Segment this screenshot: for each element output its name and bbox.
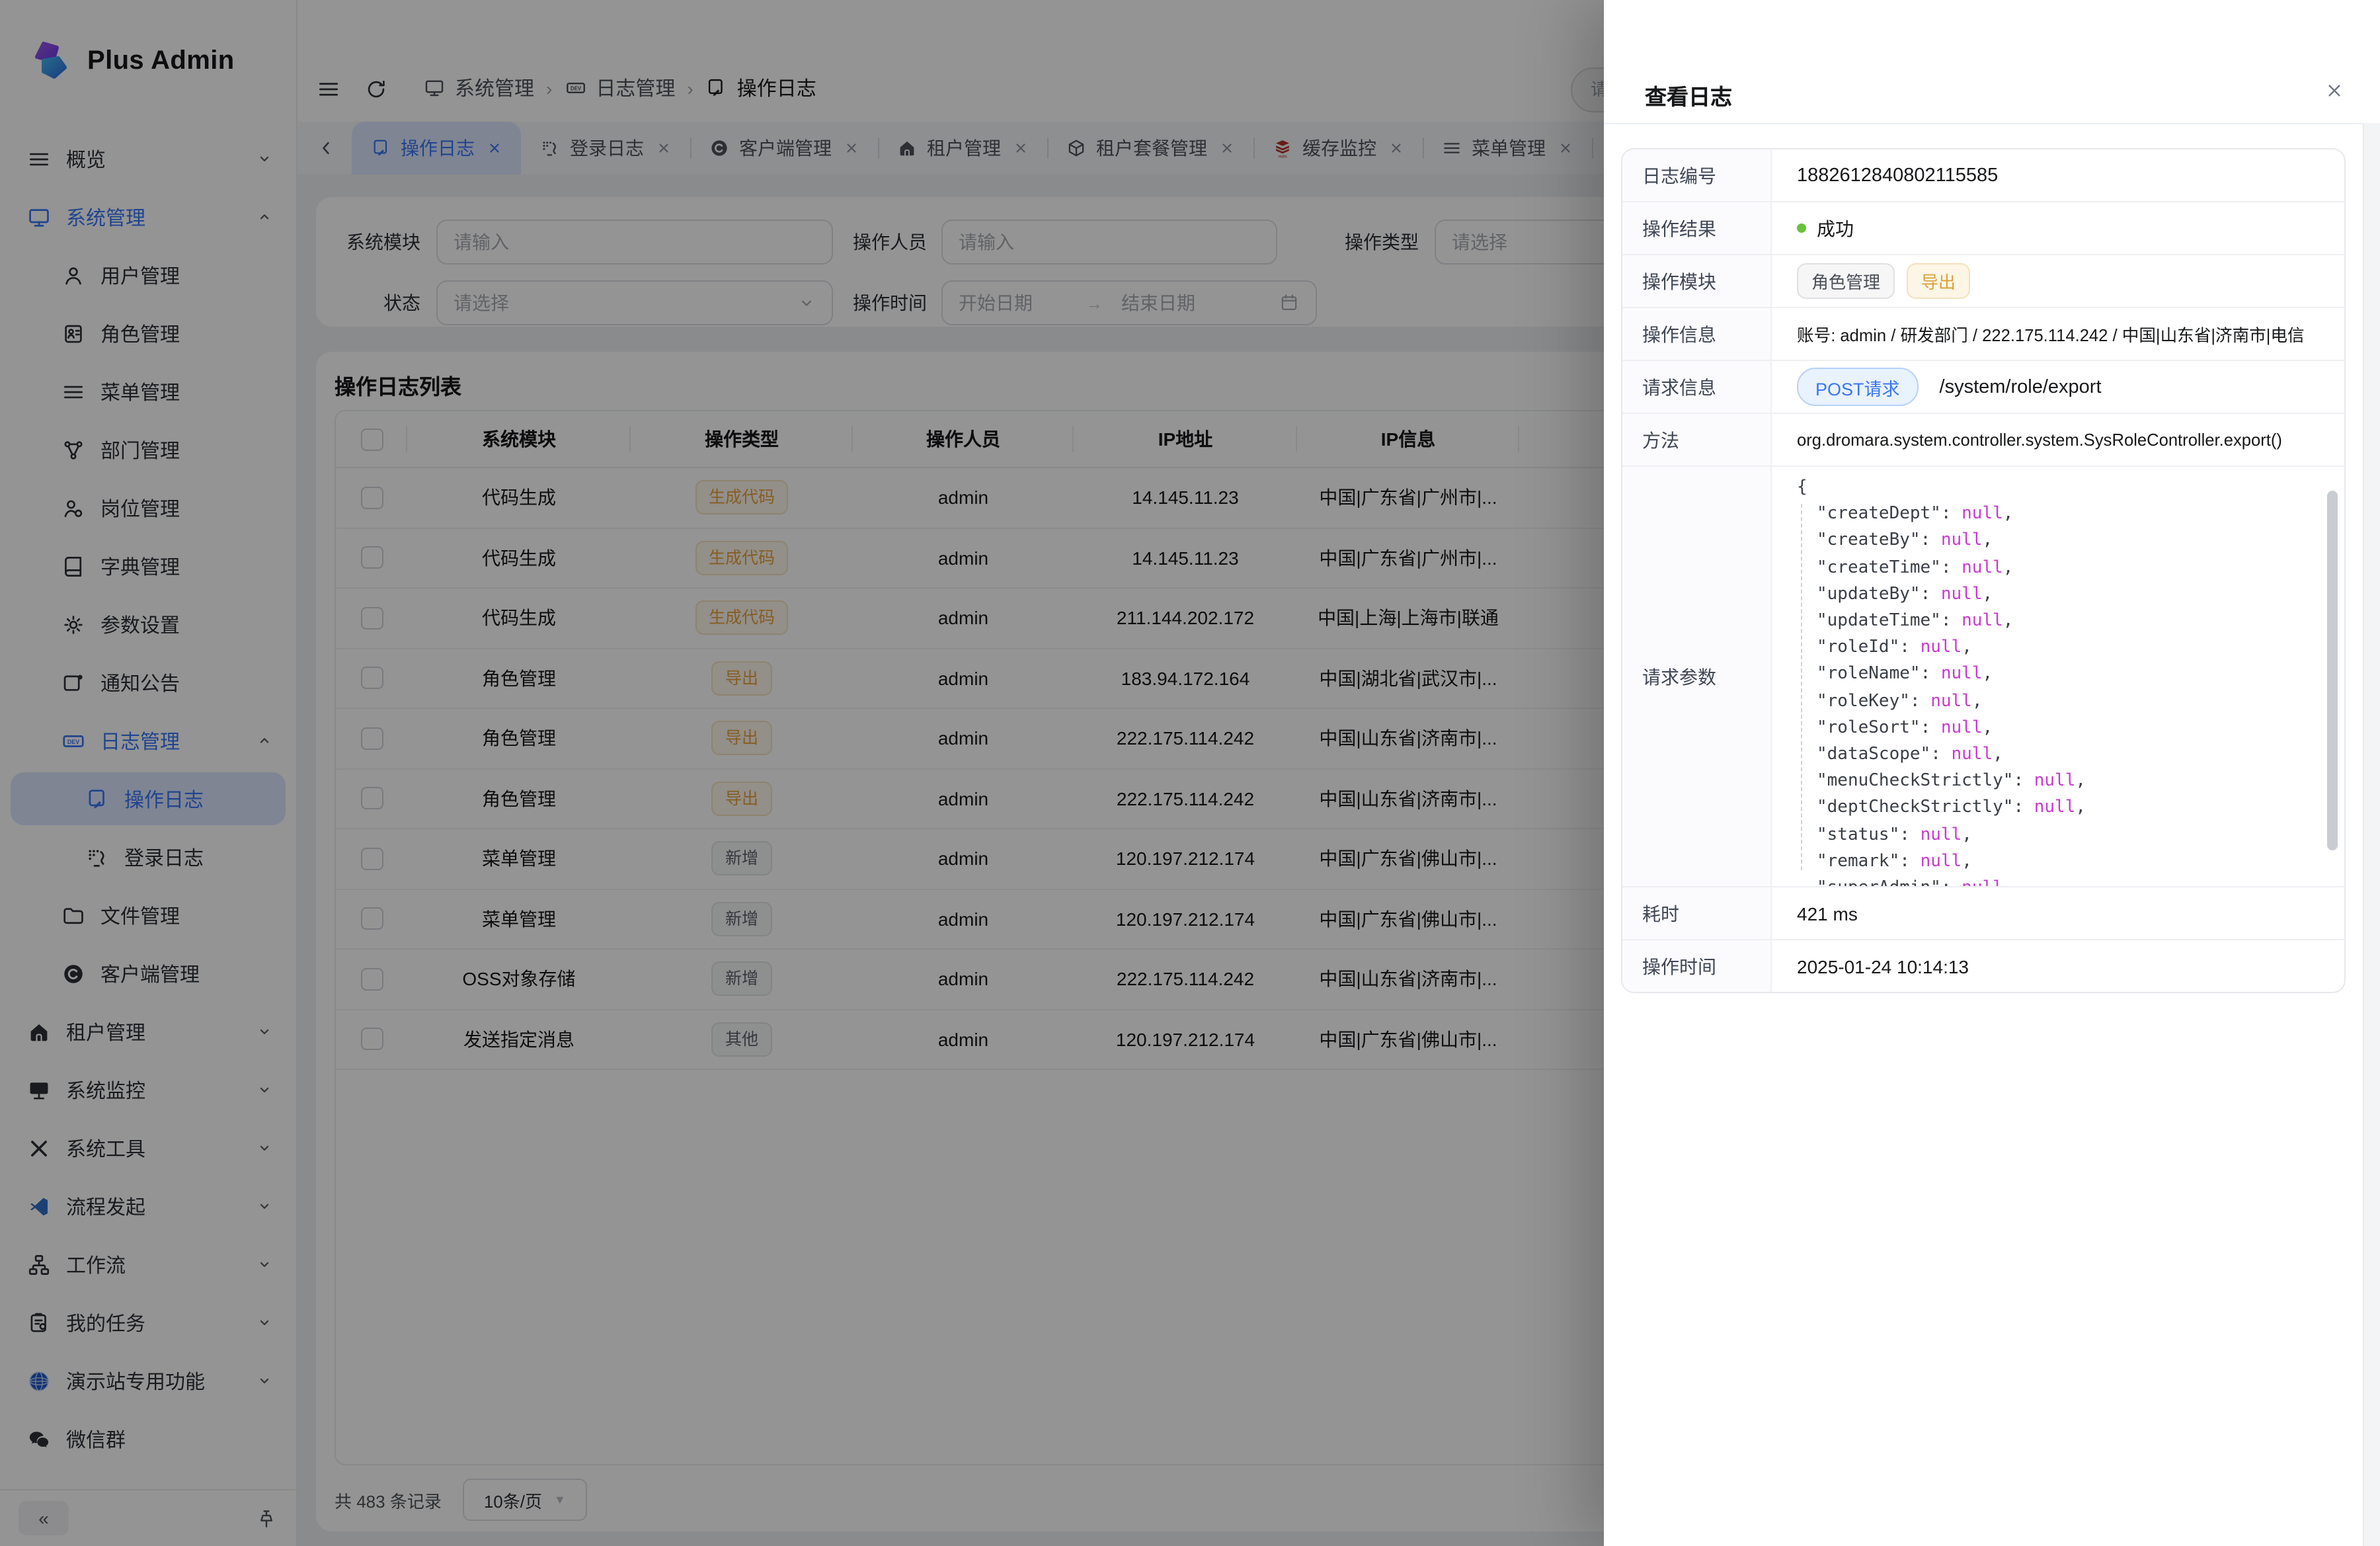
- op-info-value: 账号: admin / 研发部门 / 222.175.114.242 / 中国|…: [1772, 308, 2344, 360]
- request-params-json: {"createDept": null,"createBy": null,"cr…: [1772, 467, 2344, 886]
- detail-row-module: 操作模块 角色管理 导出: [1622, 254, 2344, 307]
- detail-row-log-id: 日志编号 1882612840802115585: [1622, 149, 2344, 201]
- json-line: "roleName": null,: [1817, 662, 2320, 688]
- json-line: "roleKey": null,: [1817, 688, 2320, 715]
- result-text: 成功: [1817, 215, 1854, 241]
- request-url: /system/role/export: [1940, 376, 2102, 397]
- app-window: Plus Admin 概览 系统管理 用户管理 角色管理 菜单管理 部门管理 岗…: [0, 0, 2380, 1546]
- json-line: "createBy": null,: [1817, 528, 2320, 555]
- detail-label: 日志编号: [1622, 149, 1772, 201]
- detail-row-op-info: 操作信息 账号: admin / 研发部门 / 222.175.114.242 …: [1622, 307, 2344, 360]
- close-icon[interactable]: [2323, 79, 2346, 102]
- json-line: "roleId": null,: [1817, 635, 2320, 661]
- json-line: "superAdmin": null,: [1817, 875, 2320, 886]
- request-value: POST请求 /system/role/export: [1772, 361, 2344, 413]
- drawer-title: 查看日志: [1645, 79, 1732, 111]
- detail-label: 操作信息: [1622, 308, 1772, 360]
- method-value: org.dromara.system.controller.system.Sys…: [1772, 414, 2344, 466]
- detail-label: 方法: [1622, 414, 1772, 466]
- detail-row-params: 请求参数 {"createDept": null,"createBy": nul…: [1622, 466, 2344, 886]
- json-line: "createDept": null,: [1817, 501, 2320, 528]
- drawer-header: 查看日志: [1604, 0, 2380, 124]
- json-line: "updateBy": null,: [1817, 582, 2320, 608]
- op-time-value: 2025-01-24 10:14:13: [1772, 940, 2344, 992]
- json-line: "updateTime": null,: [1817, 608, 2320, 635]
- view-log-drawer: 查看日志 日志编号 1882612840802115585 操作结果 成功 操作…: [1604, 0, 2380, 1546]
- json-line: "roleSort": null,: [1817, 715, 2320, 742]
- json-line: "remark": null,: [1817, 849, 2320, 875]
- json-line: "dataScope": null,: [1817, 742, 2320, 768]
- drawer-scrollbar-track[interactable]: [2363, 123, 2380, 1546]
- detail-row-result: 操作结果 成功: [1622, 201, 2344, 254]
- json-line: "createTime": null,: [1817, 555, 2320, 581]
- detail-row-op-time: 操作时间 2025-01-24 10:14:13: [1622, 939, 2344, 992]
- log-id-value: 1882612840802115585: [1772, 149, 2344, 201]
- json-line: "status": null,: [1817, 822, 2320, 848]
- action-tag: 导出: [1907, 263, 1970, 299]
- indent-guide: [1801, 504, 1802, 870]
- detail-row-request: 请求信息 POST请求 /system/role/export: [1622, 360, 2344, 413]
- success-dot-icon: [1797, 224, 1806, 233]
- module-tags: 角色管理 导出: [1772, 255, 2344, 307]
- detail-label: 耗时: [1622, 887, 1772, 939]
- result-value: 成功: [1772, 202, 2344, 254]
- detail-label: 操作模块: [1622, 255, 1772, 307]
- code-scrollbar-thumb[interactable]: [2327, 491, 2338, 850]
- detail-label: 操作结果: [1622, 202, 1772, 254]
- duration-value: 421 ms: [1772, 887, 2344, 939]
- detail-row-duration: 耗时 421 ms: [1622, 886, 2344, 939]
- module-tag: 角色管理: [1797, 263, 1895, 299]
- json-line: "deptCheckStrictly": null,: [1817, 795, 2320, 822]
- detail-label: 操作时间: [1622, 940, 1772, 992]
- log-detail-table: 日志编号 1882612840802115585 操作结果 成功 操作模块 角色…: [1621, 148, 2346, 993]
- json-open-brace: {: [1797, 475, 2320, 501]
- detail-row-method: 方法 org.dromara.system.controller.system.…: [1622, 413, 2344, 466]
- detail-label: 请求参数: [1622, 467, 1772, 886]
- post-method-badge: POST请求: [1797, 368, 1919, 406]
- json-line: "menuCheckStrictly": null,: [1817, 768, 2320, 795]
- detail-label: 请求信息: [1622, 361, 1772, 413]
